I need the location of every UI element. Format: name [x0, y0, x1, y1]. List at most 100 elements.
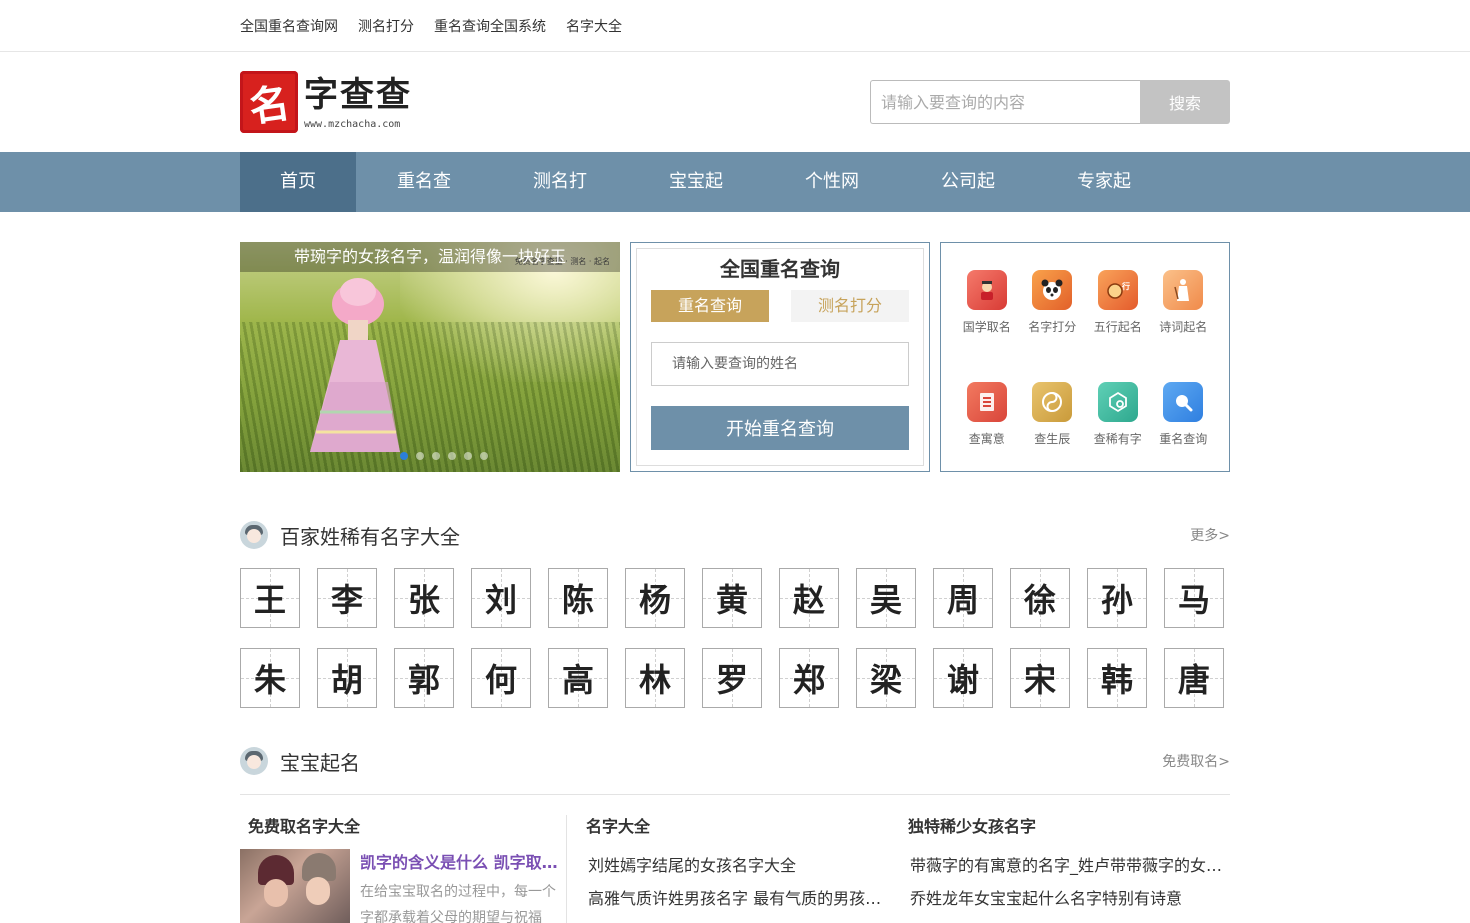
list-item[interactable]: 王姓男宝宝名字推荐大全 有寓意的名字	[586, 915, 889, 923]
list-item[interactable]: 乔姓龙年女宝宝起什么名字特别有诗意	[908, 882, 1229, 915]
surname-section-header: 百家姓稀有名字大全 更多>	[240, 520, 1230, 550]
surname-cell[interactable]: 杨	[625, 568, 685, 628]
svg-text:行: 行	[1121, 281, 1130, 291]
surname-cell[interactable]: 唐	[1164, 648, 1224, 708]
surname-cell[interactable]: 黄	[702, 568, 762, 628]
top-link-name-score[interactable]: 测名打分	[358, 16, 414, 36]
surname-cell[interactable]: 胡	[317, 648, 377, 708]
nav-home[interactable]: 首页	[240, 152, 356, 212]
magnifier-icon	[1163, 381, 1204, 422]
nav-expert-naming[interactable]: 专家起名	[1036, 152, 1172, 252]
surname-section-title: 百家姓稀有名字大全	[280, 524, 460, 549]
slider-dots	[400, 452, 488, 460]
article-thumbnail[interactable]	[240, 849, 350, 923]
list-item[interactable]: 刘姓嫣字结尾的女孩名字大全	[586, 849, 889, 882]
five-elements-icon: 行	[1097, 270, 1138, 310]
name-input[interactable]	[651, 342, 909, 386]
list-item[interactable]: 好听的女孩名字大全 独特稀少寓意好	[908, 915, 1229, 923]
tool-birth[interactable]: 查生辰	[1020, 381, 1086, 472]
surname-more-link[interactable]: 更多>	[1190, 525, 1230, 545]
tool-meaning[interactable]: 查寓意	[954, 381, 1020, 472]
banner-caption[interactable]: 带琬字的女孩名字，温润得像一块好玉	[240, 242, 620, 272]
logo-seal: 名	[240, 71, 298, 133]
free-naming-link[interactable]: 免费取名>	[1162, 751, 1230, 771]
baby-section-header: 宝宝起名 免费取名>	[240, 746, 1230, 776]
banner-slider[interactable]: 免费名字查重 · 测名 · 起名 带琬字的女孩名字，温润得像一块好玉	[240, 242, 620, 472]
surname-cell[interactable]: 谢	[933, 648, 993, 708]
tool-name-score[interactable]: 名字打分	[1020, 270, 1086, 360]
panda-icon	[1032, 270, 1073, 310]
article-title[interactable]: 凯字的含义是什么 凯字取名的寓意	[360, 849, 560, 873]
top-link-national-query[interactable]: 全国重名查询网	[240, 16, 338, 36]
tool-duplicate-query[interactable]: 重名查询	[1151, 381, 1217, 472]
surname-cell[interactable]: 陈	[548, 568, 608, 628]
surname-cell[interactable]: 吴	[856, 568, 916, 628]
search-button[interactable]: 搜索	[1140, 80, 1230, 124]
tab-duplicate-query[interactable]: 重名查询	[651, 290, 769, 322]
search-bar: 搜索	[870, 80, 1230, 124]
slider-dot[interactable]	[416, 452, 424, 460]
column-title: 免费取名字大全	[248, 817, 361, 836]
surname-cell[interactable]: 梁	[856, 648, 916, 708]
start-query-button[interactable]: 开始重名查询	[651, 406, 909, 450]
list-item[interactable]: 高雅气质许姓男孩名字 最有气质的男孩名字大全	[586, 882, 889, 915]
nav-duplicate-query[interactable]: 重名查询	[356, 152, 492, 252]
avatar-icon	[240, 521, 268, 549]
site-logo[interactable]: 名 字查查 www.mzchacha.com	[240, 71, 412, 133]
name-collection-column: 名字大全 刘姓嫣字结尾的女孩名字大全 高雅气质许姓男孩名字 最有气质的男孩名字大…	[567, 815, 889, 923]
search-input[interactable]	[870, 80, 1140, 124]
surname-cell[interactable]: 周	[933, 568, 993, 628]
slider-dot[interactable]	[400, 452, 408, 460]
nav-nickname[interactable]: 个性网名	[764, 152, 900, 252]
slider-dot[interactable]	[480, 452, 488, 460]
surname-cell[interactable]: 徐	[1010, 568, 1070, 628]
surname-cell[interactable]: 王	[240, 568, 300, 628]
surname-cell[interactable]: 李	[317, 568, 377, 628]
top-link-query-system[interactable]: 重名查询全国系统	[434, 16, 546, 36]
surname-cell[interactable]: 何	[471, 648, 531, 708]
logo-text: 字查查	[304, 74, 412, 115]
surname-cell[interactable]: 郭	[394, 648, 454, 708]
surname-cell[interactable]: 高	[548, 648, 608, 708]
surname-cell[interactable]: 宋	[1010, 648, 1070, 708]
avatar-icon	[240, 747, 268, 775]
tab-name-score[interactable]: 测名打分	[791, 290, 909, 322]
slider-dot[interactable]	[464, 452, 472, 460]
tool-guoxue[interactable]: 国学取名	[954, 270, 1020, 360]
surname-cell[interactable]: 韩	[1087, 648, 1147, 708]
surname-cell[interactable]: 朱	[240, 648, 300, 708]
surname-cell[interactable]: 罗	[702, 648, 762, 708]
surname-cell[interactable]: 林	[625, 648, 685, 708]
tool-five-elements[interactable]: 行 五行起名	[1085, 270, 1151, 360]
poet-icon	[1163, 270, 1204, 310]
girl-image	[310, 278, 400, 452]
query-box: 全国重名查询 重名查询 测名打分 开始重名查询	[630, 242, 930, 472]
rare-girl-names-column: 独特稀少女孩名字 带薇字的有寓意的名字_姓卢带带薇字的女孩名字 乔姓龙年女宝宝起…	[889, 815, 1229, 923]
nav-baby-naming[interactable]: 宝宝起名	[628, 152, 764, 252]
slider-dot[interactable]	[448, 452, 456, 460]
surname-cell[interactable]: 郑	[779, 648, 839, 708]
book-icon	[966, 381, 1007, 422]
featured-article[interactable]: 凯字的含义是什么 凯字取名的寓意 在给宝宝取名的过程中，每一个字都承载着父母的期…	[240, 849, 566, 923]
surname-cell[interactable]: 马	[1164, 568, 1224, 628]
surname-cell[interactable]: 张	[394, 568, 454, 628]
tools-grid: 国学取名 名字打分 行 五行起名 诗词起名 查寓意 查生辰 查稀有字 重名查询	[940, 242, 1230, 472]
surname-cell[interactable]: 赵	[779, 568, 839, 628]
column-title: 名字大全	[586, 817, 651, 836]
list-item[interactable]: 带薇字的有寓意的名字_姓卢带带薇字的女孩名字	[908, 849, 1229, 882]
tool-rare-char[interactable]: 查稀有字	[1085, 381, 1151, 472]
logo-url: www.mzchacha.com	[304, 118, 401, 130]
article-desc: 在给宝宝取名的过程中，每一个字都承载着父母的期望与祝福	[360, 884, 556, 923]
free-naming-column: 免费取名字大全 凯字的含义是什么 凯字取名的寓意 在给宝宝取名的过程中，每一个字…	[240, 815, 567, 923]
surname-cell[interactable]: 刘	[471, 568, 531, 628]
slider-dot[interactable]	[432, 452, 440, 460]
top-link-name-collection[interactable]: 名字大全	[566, 16, 622, 36]
surname-cell[interactable]: 孙	[1087, 568, 1147, 628]
tool-poetry[interactable]: 诗词起名	[1151, 270, 1217, 360]
baby-section-title: 宝宝起名	[280, 750, 360, 775]
main-nav: 首页 重名查询 测名打分 宝宝起名 个性网名 公司起名 专家起名	[0, 152, 1470, 252]
nav-company-naming[interactable]: 公司起名	[900, 152, 1036, 252]
surname-grid: 王 李 张 刘 陈 杨 黄 赵 吴 周 徐 孙 马 朱 胡 郭 何 高 林 罗 …	[240, 568, 1230, 708]
scholar-icon	[966, 270, 1007, 310]
nav-name-score[interactable]: 测名打分	[492, 152, 628, 252]
